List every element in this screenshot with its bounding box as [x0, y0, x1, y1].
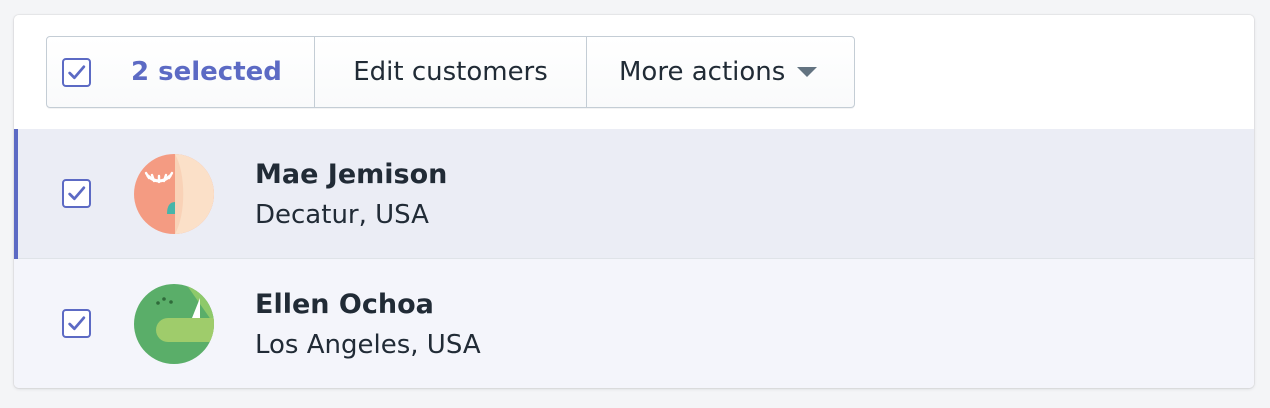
- edit-customers-button[interactable]: Edit customers: [315, 37, 587, 107]
- select-all-checkbox[interactable]: [62, 57, 91, 87]
- checkmark-icon: [68, 316, 86, 331]
- bulk-actions-bar: 2 selected Edit customers More actions: [14, 15, 1254, 130]
- avatar-illustration: [134, 154, 214, 234]
- avatar-illustration: [134, 284, 214, 364]
- customer-location: Decatur, USA: [255, 200, 429, 230]
- caret-down-icon: [797, 67, 818, 77]
- customer-row[interactable]: Ellen Ochoa Los Angeles, USA: [14, 259, 1254, 388]
- checkmark-icon: [68, 186, 86, 201]
- checkmark-icon: [68, 64, 86, 79]
- row-checkbox[interactable]: [62, 179, 91, 208]
- more-actions-button[interactable]: More actions: [587, 37, 854, 107]
- selected-count: 2 selected: [131, 57, 282, 87]
- customer-name[interactable]: Ellen Ochoa: [255, 289, 434, 320]
- select-all-button[interactable]: 2 selected: [47, 37, 315, 107]
- customer-row[interactable]: Mae Jemison Decatur, USA: [14, 129, 1254, 259]
- bulk-actions-button-group: 2 selected Edit customers More actions: [46, 36, 855, 108]
- row-checkbox[interactable]: [62, 309, 91, 338]
- avatar: [134, 154, 214, 234]
- customer-location: Los Angeles, USA: [255, 330, 481, 360]
- more-actions-label: More actions: [619, 57, 786, 87]
- resource-list-card: 2 selected Edit customers More actions M…: [14, 15, 1254, 388]
- edit-customers-label: Edit customers: [353, 57, 548, 87]
- avatar: [134, 284, 214, 364]
- customer-name[interactable]: Mae Jemison: [255, 159, 447, 190]
- selected-row-indicator: [14, 129, 18, 259]
